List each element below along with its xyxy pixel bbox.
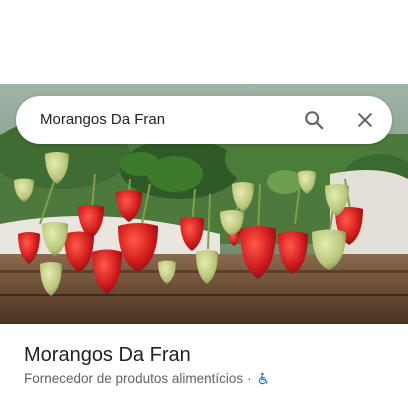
search-bar[interactable]: Morangos Da Fran <box>16 96 392 144</box>
place-details: Fornecedor de produtos alimentícios · <box>24 370 270 388</box>
search-icon[interactable] <box>298 104 330 136</box>
search-input[interactable]: Morangos Da Fran <box>40 96 165 144</box>
separator-dot: · <box>247 371 252 386</box>
place-category: Fornecedor de produtos alimentícios <box>24 371 244 386</box>
close-icon[interactable] <box>349 104 381 136</box>
place-name[interactable]: Morangos Da Fran <box>24 342 191 368</box>
wheelchair-accessible-icon <box>256 372 270 386</box>
